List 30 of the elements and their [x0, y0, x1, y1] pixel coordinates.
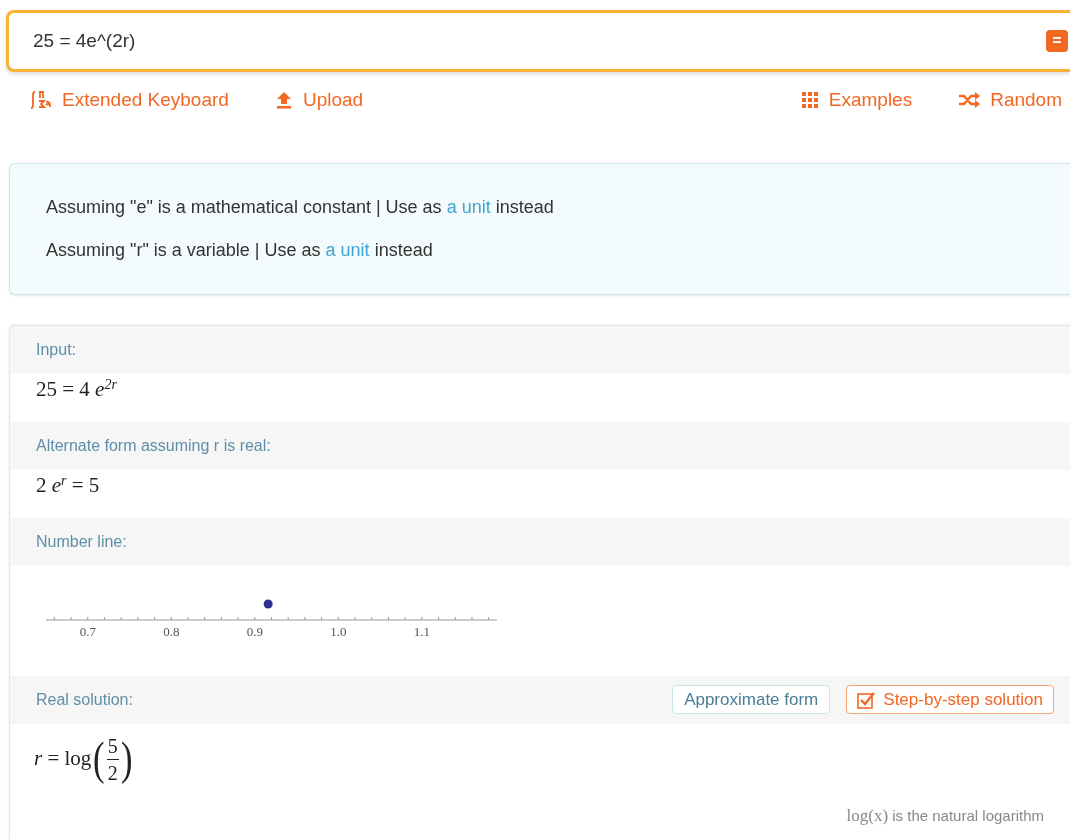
formula: 2 e$^{r}$ = 5: [36, 471, 100, 499]
assumption-text: Assuming "r" is a variable | Use as a unit instead: [46, 238, 434, 262]
pod-title: Input:: [36, 339, 77, 360]
unit-link[interactable]: a unit: [325, 239, 370, 260]
tick-label: 1.1: [413, 623, 430, 638]
pod-title: Alternate form assuming r is real:: [36, 435, 271, 456]
toolbar-link[interactable]: Upload: [274, 86, 364, 115]
step-by-step-button[interactable]: Step-by-step solution: [846, 685, 1054, 714]
toolbar-link[interactable]: Extended Keyboard: [30, 86, 229, 115]
unit-link[interactable]: a unit: [446, 196, 491, 217]
grid-icon: [800, 91, 819, 110]
pod-title: Number line:: [36, 531, 127, 552]
solution-point: [263, 599, 273, 608]
toolbar-link[interactable]: Random: [958, 86, 1062, 115]
pod-title: Real solution:: [36, 689, 133, 710]
formula: 25 = 4 e$^{2r}$: [36, 375, 117, 403]
tick-label: 0.9: [246, 623, 263, 638]
assumption-text: Assuming "e" is a mathematical constant | Use as a unit instead: [46, 195, 555, 219]
search-field[interactable]: 25 = 4e^(2r) =: [6, 10, 1070, 72]
toolbar-link[interactable]: Examples: [800, 86, 913, 115]
approximate-form-button[interactable]: Approximate form: [672, 685, 831, 714]
tick-label: 1.0: [330, 623, 347, 638]
checkbox-icon: [857, 690, 876, 709]
tick-label: 0.8: [163, 623, 180, 638]
upload-icon: [274, 90, 293, 111]
tick-label: 0.7: [79, 623, 96, 638]
shuffle-icon: [958, 92, 981, 109]
math-symbols-icon: [30, 90, 52, 111]
submit-button[interactable]: =: [1046, 30, 1068, 52]
footnote: log(x) is the natural logarithm: [846, 804, 1044, 827]
